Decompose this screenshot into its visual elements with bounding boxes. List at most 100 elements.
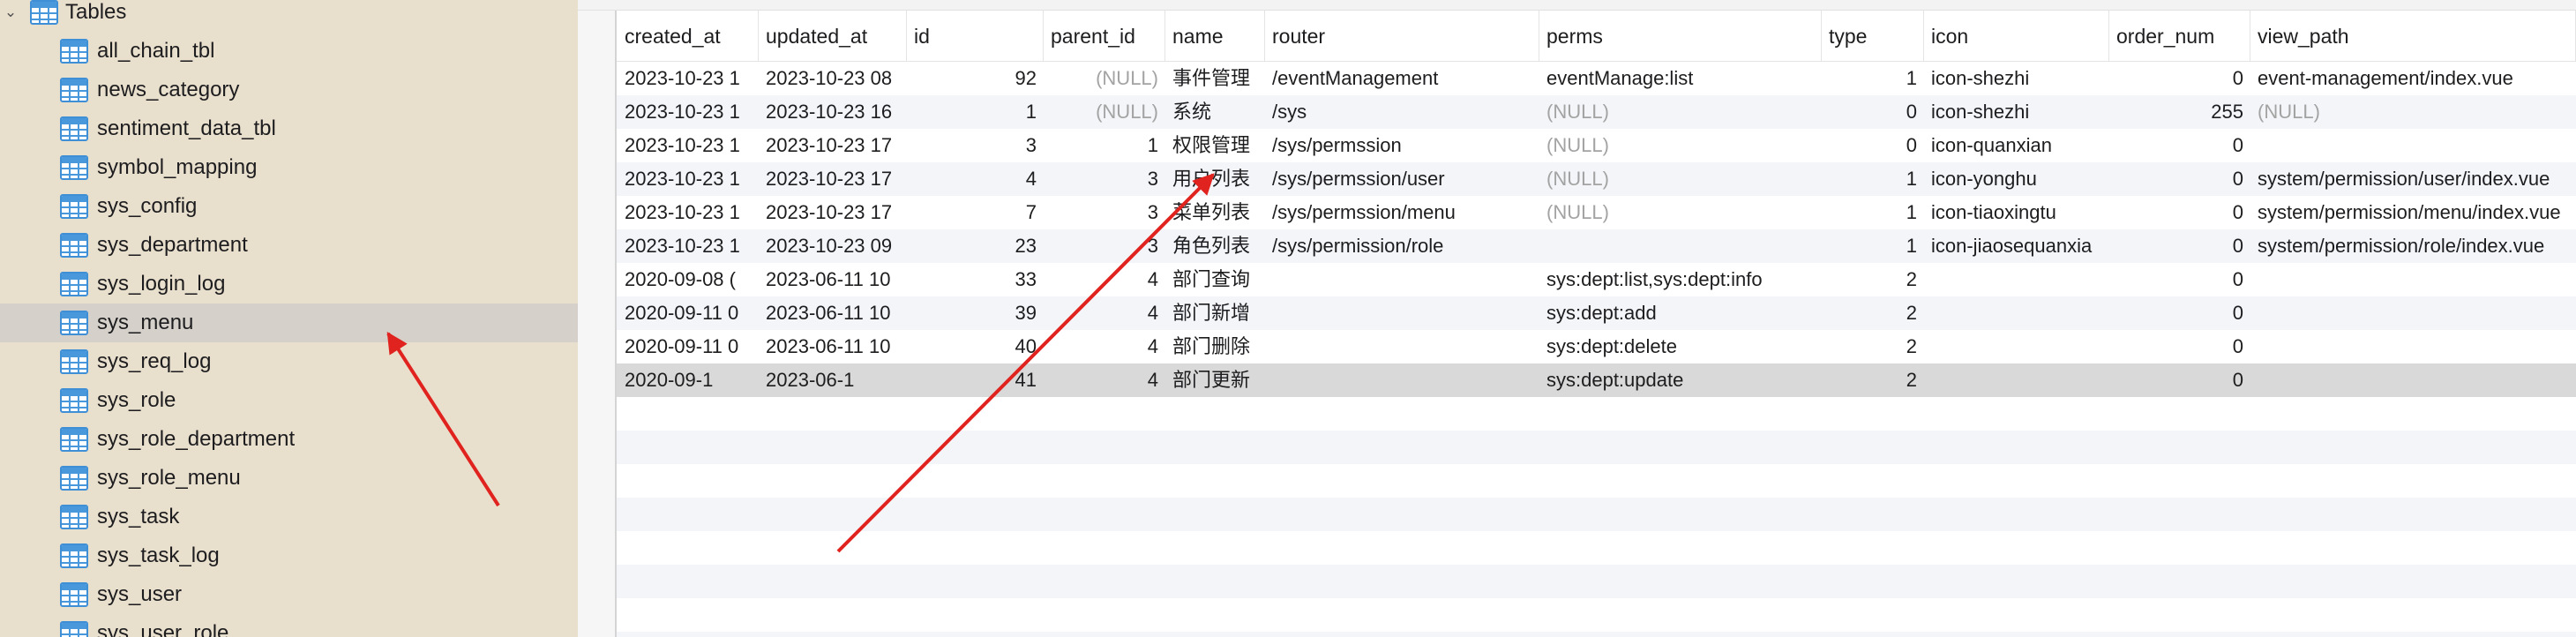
cell-perms[interactable]: (NULL) <box>1539 95 1822 129</box>
cell-created-at[interactable]: 2023-10-23 1 <box>618 95 759 129</box>
column-header-view-path[interactable]: view_path <box>2250 11 2576 62</box>
cell-router[interactable]: /sys/permssion/user <box>1265 162 1539 196</box>
cell-view-path[interactable] <box>2250 263 2576 296</box>
cell-created-at[interactable]: 2020-09-11 0 <box>618 296 759 330</box>
cell-created-at[interactable]: 2023-10-23 1 <box>618 62 759 95</box>
sidebar-item-sys-task-log[interactable]: sys_task_log <box>0 536 578 575</box>
cell-name[interactable]: 权限管理 <box>1165 129 1265 162</box>
cell-view-path[interactable] <box>2250 363 2576 397</box>
cell-type[interactable]: 2 <box>1822 296 1924 330</box>
cell-order-num[interactable]: 255 <box>2109 95 2250 129</box>
cell-id[interactable]: 33 <box>907 263 1044 296</box>
column-header-order-num[interactable]: order_num <box>2109 11 2250 62</box>
cell-icon[interactable] <box>1924 296 2109 330</box>
cell-name[interactable]: 部门查询 <box>1165 263 1265 296</box>
table-row[interactable]: 2023-10-23 1 2023-10-23 17 3 1 权限管理/sys/perm… <box>578 129 2576 162</box>
cell-view-path[interactable]: event-management/index.vue <box>2250 62 2576 95</box>
cell-order-num[interactable]: 0 <box>2109 196 2250 229</box>
cell-updated-at[interactable]: 2023-10-23 17 <box>759 129 907 162</box>
cell-updated-at[interactable]: 2023-10-23 17 <box>759 196 907 229</box>
cell-type[interactable]: 0 <box>1822 95 1924 129</box>
cell-router[interactable]: /sys/permssion <box>1265 129 1539 162</box>
cell-name[interactable]: 部门更新 <box>1165 363 1265 397</box>
cell-parent-id[interactable]: 4 <box>1044 263 1165 296</box>
cell-parent-id[interactable]: 4 <box>1044 363 1165 397</box>
cell-created-at[interactable]: 2023-10-23 1 <box>618 196 759 229</box>
sidebar-item-sys-role-department[interactable]: sys_role_department <box>0 420 578 459</box>
tables-section-header[interactable]: ⌄ Tables <box>0 0 578 25</box>
cell-type[interactable]: 2 <box>1822 330 1924 363</box>
cell-type[interactable]: 2 <box>1822 363 1924 397</box>
table-row[interactable]: 2023-10-23 1 2023-10-23 17 4 3 用户列表/sys/perm… <box>578 162 2576 196</box>
cell-router[interactable]: /sys <box>1265 95 1539 129</box>
cell-view-path[interactable] <box>2250 296 2576 330</box>
cell-perms[interactable]: eventManage:list <box>1539 62 1822 95</box>
sidebar-item-sys-menu[interactable]: sys_menu <box>0 304 578 342</box>
sidebar-item-sys-role[interactable]: sys_role <box>0 381 578 420</box>
cell-icon[interactable]: icon-jiaosequanxia <box>1924 229 2109 263</box>
sidebar-item-sentiment-data-tbl[interactable]: sentiment_data_tbl <box>0 109 578 148</box>
cell-created-at[interactable]: 2023-10-23 1 <box>618 229 759 263</box>
cell-id[interactable]: 4 <box>907 162 1044 196</box>
sidebar-item-sys-role-menu[interactable]: sys_role_menu <box>0 459 578 498</box>
cell-updated-at[interactable]: 2023-06-11 10 <box>759 330 907 363</box>
sidebar-item-sys-config[interactable]: sys_config <box>0 187 578 226</box>
column-header-created-at[interactable]: created_at <box>618 11 759 62</box>
cell-perms[interactable]: sys:dept:add <box>1539 296 1822 330</box>
cell-updated-at[interactable]: 2023-06-1 <box>759 363 907 397</box>
cell-parent-id[interactable]: 4 <box>1044 296 1165 330</box>
cell-icon[interactable] <box>1924 330 2109 363</box>
cell-icon[interactable]: icon-quanxian <box>1924 129 2109 162</box>
cell-icon[interactable]: icon-shezhi <box>1924 62 2109 95</box>
cell-parent-id[interactable]: (NULL) <box>1044 62 1165 95</box>
cell-router[interactable] <box>1265 263 1539 296</box>
cell-name[interactable]: 角色列表 <box>1165 229 1265 263</box>
cell-view-path[interactable]: system/permission/user/index.vue <box>2250 162 2576 196</box>
sidebar-item-news-category[interactable]: news_category <box>0 71 578 109</box>
cell-created-at[interactable]: 2023-10-23 1 <box>618 162 759 196</box>
column-header-icon[interactable]: icon <box>1924 11 2109 62</box>
cell-perms[interactable]: sys:dept:list,sys:dept:info <box>1539 263 1822 296</box>
sidebar-item-sys-user[interactable]: sys_user <box>0 575 578 614</box>
cell-created-at[interactable]: 2020-09-08 ( <box>618 263 759 296</box>
table-row[interactable]: 2020-09-08 (2023-06-11 10 33 4 部门查询 sys:dept… <box>578 263 2576 296</box>
cell-id[interactable]: 23 <box>907 229 1044 263</box>
cell-type[interactable]: 1 <box>1822 62 1924 95</box>
cell-name[interactable]: 事件管理 <box>1165 62 1265 95</box>
sidebar-item-sys-login-log[interactable]: sys_login_log <box>0 265 578 304</box>
cell-id[interactable]: 3 <box>907 129 1044 162</box>
column-header-perms[interactable]: perms <box>1539 11 1822 62</box>
cell-created-at[interactable]: 2020-09-1 <box>618 363 759 397</box>
table-row[interactable]: 2023-10-23 1 2023-10-23 17 7 3 菜单列表/sys/perm… <box>578 196 2576 229</box>
cell-name[interactable]: 系统 <box>1165 95 1265 129</box>
cell-created-at[interactable]: 2020-09-11 0 <box>618 330 759 363</box>
cell-perms[interactable]: sys:dept:delete <box>1539 330 1822 363</box>
cell-router[interactable] <box>1265 363 1539 397</box>
cell-order-num[interactable]: 0 <box>2109 62 2250 95</box>
cell-view-path[interactable]: (NULL) <box>2250 95 2576 129</box>
table-row[interactable]: 2020-09-11 0 2023-06-11 10 40 4 部门删除 sys:dept… <box>578 330 2576 363</box>
cell-router[interactable]: /eventManagement <box>1265 62 1539 95</box>
cell-view-path[interactable]: system/permission/menu/index.vue <box>2250 196 2576 229</box>
cell-id[interactable]: 40 <box>907 330 1044 363</box>
cell-perms[interactable]: (NULL) <box>1539 129 1822 162</box>
sidebar-item-sys-user-role[interactable]: sys_user_role <box>0 614 578 637</box>
cell-router[interactable]: /sys/permssion/menu <box>1265 196 1539 229</box>
cell-parent-id[interactable]: 3 <box>1044 229 1165 263</box>
cell-order-num[interactable]: 0 <box>2109 330 2250 363</box>
table-row[interactable]: 2023-10-23 1 2023-10-23 16 1 (NULL) 系统/sys (N… <box>578 95 2576 129</box>
cell-icon[interactable]: icon-shezhi <box>1924 95 2109 129</box>
cell-icon[interactable]: icon-tiaoxingtu <box>1924 196 2109 229</box>
cell-perms[interactable]: (NULL) <box>1539 162 1822 196</box>
cell-updated-at[interactable]: 2023-06-11 10 <box>759 296 907 330</box>
cell-id[interactable]: 92 <box>907 62 1044 95</box>
cell-icon[interactable] <box>1924 263 2109 296</box>
cell-order-num[interactable]: 0 <box>2109 162 2250 196</box>
column-header-updated-at[interactable]: updated_at <box>759 11 907 62</box>
column-header-parent-id[interactable]: parent_id <box>1044 11 1165 62</box>
cell-updated-at[interactable]: 2023-06-11 10 <box>759 263 907 296</box>
cell-order-num[interactable]: 0 <box>2109 229 2250 263</box>
cell-name[interactable]: 部门删除 <box>1165 330 1265 363</box>
cell-perms[interactable]: sys:dept:update <box>1539 363 1822 397</box>
cell-view-path[interactable]: system/permission/role/index.vue <box>2250 229 2576 263</box>
